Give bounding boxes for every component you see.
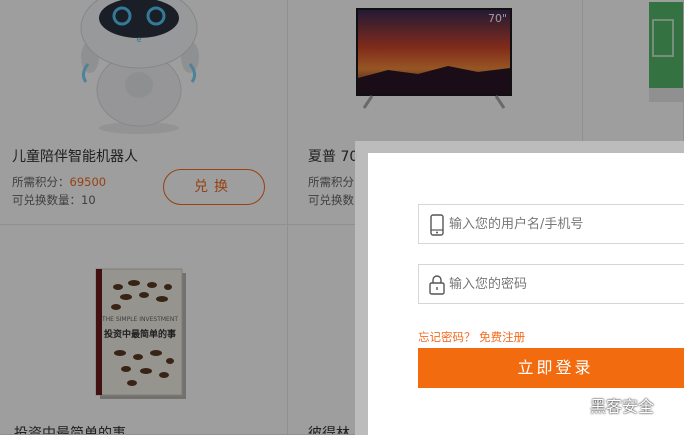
- forgot-password-link[interactable]: 忘记密码？: [418, 330, 476, 344]
- password-field[interactable]: [418, 264, 684, 304]
- wechat-icon: [558, 395, 583, 414]
- phone-icon: [430, 214, 444, 236]
- username-field[interactable]: [418, 204, 684, 244]
- username-input[interactable]: [449, 205, 684, 243]
- password-input[interactable]: [449, 265, 684, 303]
- register-link[interactable]: 免费注册: [479, 330, 525, 344]
- login-button[interactable]: 立即登录: [418, 348, 684, 388]
- watermark-text: 黑客安全: [590, 397, 655, 416]
- watermark: 黑客安全: [558, 394, 654, 416]
- account-links: 忘记密码？ 免费注册: [418, 329, 525, 345]
- lock-icon: [429, 275, 445, 295]
